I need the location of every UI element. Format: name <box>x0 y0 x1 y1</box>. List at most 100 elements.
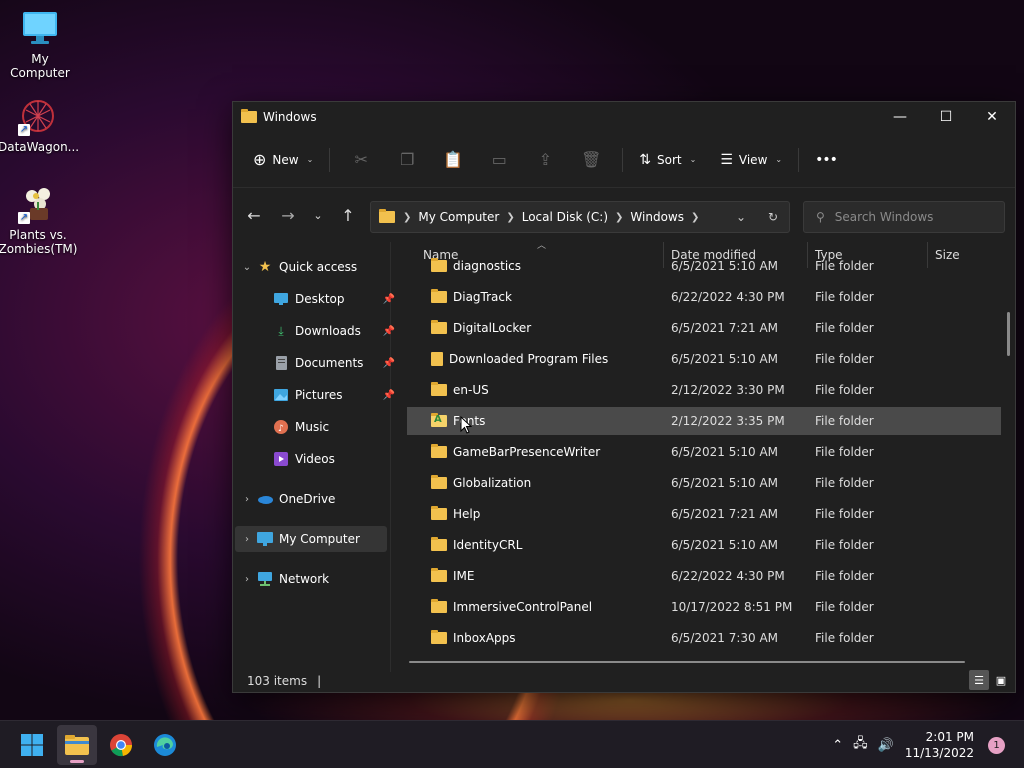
folder-icon <box>431 506 447 520</box>
back-arrow-icon[interactable]: ← <box>239 200 269 230</box>
table-row[interactable]: Downloaded Program Files 6/5/2021 5:10 A… <box>407 345 1001 373</box>
new-button[interactable]: ⊕ New ⌄ <box>245 144 321 176</box>
desktop-icon <box>273 291 289 307</box>
clock-time: 2:01 PM <box>925 730 974 744</box>
file-date: 6/5/2021 5:10 AM <box>671 445 779 459</box>
file-name: GameBarPresenceWriter <box>453 445 601 459</box>
cut-icon[interactable]: ✂ <box>345 144 377 176</box>
table-row[interactable]: en-US 2/12/2022 3:30 PM File folder <box>407 376 1001 404</box>
breadcrumb-local-disk[interactable]: Local Disk (C:) <box>522 210 608 224</box>
refresh-icon[interactable]: ↻ <box>757 210 789 224</box>
nav-desktop[interactable]: Desktop 📌 <box>269 286 395 312</box>
breadcrumb-separator-icon: ❯ <box>403 211 412 223</box>
notification-badge[interactable]: 1 <box>988 736 1005 754</box>
folder-icon <box>431 258 447 272</box>
table-row-selected[interactable]: Fonts 2/12/2022 3:35 PM File folder <box>407 407 1001 435</box>
recent-locations-chevron-icon[interactable]: ⌄ <box>303 200 333 230</box>
chevron-up-icon[interactable]: ⌃ <box>832 738 843 753</box>
fonts-folder-icon <box>431 413 447 427</box>
toolbar-divider <box>622 147 624 172</box>
table-row[interactable]: DigitalLocker 6/5/2021 7:21 AM File fold… <box>407 314 1001 342</box>
desktop-icon-label: My Computer <box>10 52 70 80</box>
nav-music[interactable]: ♪ Music <box>269 414 329 440</box>
table-row[interactable]: IdentityCRL 6/5/2021 5:10 AM File folder <box>407 531 1001 559</box>
table-row[interactable]: Help 6/5/2021 7:21 AM File folder <box>407 500 1001 528</box>
network-status-icon[interactable]: 🖧 <box>853 734 868 756</box>
folder-icon <box>431 599 447 613</box>
edge-icon <box>154 734 176 756</box>
taskbar-edge[interactable] <box>145 725 185 765</box>
videos-icon <box>273 451 289 467</box>
desktop-icon-plants-vs-zombies[interactable]: ↗ Plants vs. Zombies(TM) <box>0 184 78 256</box>
file-name: Help <box>453 507 481 521</box>
details-view-icon[interactable]: ☰ <box>969 670 989 690</box>
desktop-icon-datawagon[interactable]: ↗ DataWagon... <box>0 96 80 154</box>
start-button[interactable] <box>12 725 52 765</box>
nav-videos[interactable]: Videos <box>269 446 335 472</box>
copy-icon[interactable]: ❐ <box>391 144 423 176</box>
maximize-button[interactable]: ☐ <box>923 102 969 132</box>
search-icon: ⚲ <box>816 210 825 224</box>
chevron-right-icon: › <box>245 493 249 505</box>
large-icons-view-icon[interactable]: ▣ <box>991 670 1011 690</box>
more-options-button[interactable]: ••• <box>807 144 845 176</box>
desktop-icon-label: Plants vs. Zombies(TM) <box>0 228 78 256</box>
table-row[interactable]: Globalization 6/5/2021 5:10 AM File fold… <box>407 469 1001 497</box>
forward-arrow-icon[interactable]: → <box>273 200 303 230</box>
table-row[interactable]: GameBarPresenceWriter 6/5/2021 5:10 AM F… <box>407 438 1001 466</box>
taskbar-file-explorer[interactable] <box>57 725 97 765</box>
active-app-indicator <box>70 760 84 763</box>
horizontal-scrollbar[interactable] <box>409 661 965 663</box>
table-row[interactable]: IME 6/22/2022 4:30 PM File folder <box>407 562 1001 590</box>
chevron-down-icon: ⌄ <box>306 155 314 164</box>
file-type: File folder <box>815 383 874 397</box>
status-divider: | <box>317 674 322 688</box>
desktop-icon-my-computer[interactable]: My Computer <box>0 8 80 80</box>
file-type: File folder <box>815 445 874 459</box>
nav-onedrive[interactable]: › OneDrive <box>241 486 335 512</box>
address-bar[interactable]: ❯ My Computer ❯ Local Disk (C:) ❯ Window… <box>370 201 790 233</box>
paste-icon[interactable]: 📋 <box>437 144 469 176</box>
rename-icon[interactable]: ▭ <box>483 144 515 176</box>
title-bar[interactable]: Windows — ☐ ✕ <box>233 102 1015 132</box>
share-icon[interactable]: ⇪ <box>529 144 561 176</box>
view-button[interactable]: ☰ View ⌄ <box>712 144 790 176</box>
close-button[interactable]: ✕ <box>969 102 1015 132</box>
clock[interactable]: 2:01 PM 11/13/2022 <box>905 729 974 761</box>
taskbar: ⌃ 🖧 🔊 2:01 PM 11/13/2022 1 <box>0 720 1024 768</box>
breadcrumb-windows[interactable]: Windows <box>630 210 684 224</box>
file-date: 6/5/2021 7:21 AM <box>671 507 779 521</box>
taskbar-chrome[interactable] <box>101 725 141 765</box>
nav-documents[interactable]: Documents 📌 <box>269 350 395 376</box>
nav-label: OneDrive <box>279 492 336 506</box>
pin-icon: 📌 <box>382 325 395 337</box>
search-input[interactable]: ⚲ Search Windows <box>803 201 1005 233</box>
vertical-scrollbar[interactable] <box>1007 312 1010 356</box>
table-row[interactable]: InboxApps 6/5/2021 7:30 AM File folder <box>407 624 1001 652</box>
volume-icon[interactable]: 🔊 <box>878 738 894 753</box>
nav-quick-access[interactable]: ⌄ ★ Quick access <box>241 254 357 280</box>
nav-downloads[interactable]: ⤓ Downloads 📌 <box>269 318 395 344</box>
nav-network[interactable]: › Network <box>241 566 329 592</box>
delete-icon[interactable]: 🗑 <box>575 144 607 176</box>
file-name: Downloaded Program Files <box>449 352 609 366</box>
special-folder-icon <box>431 352 443 366</box>
minimize-button[interactable]: — <box>877 102 923 132</box>
table-row[interactable]: ImmersiveControlPanel 10/17/2022 8:51 PM… <box>407 593 1001 621</box>
desktop-icon-label: DataWagon... <box>0 140 80 154</box>
pin-icon: 📌 <box>382 357 395 369</box>
shortcut-arrow-icon: ↗ <box>18 212 30 224</box>
up-arrow-icon[interactable]: ↑ <box>333 200 363 230</box>
table-row[interactable]: DiagTrack 6/22/2022 4:30 PM File folder <box>407 283 1001 311</box>
monitor-icon <box>20 8 60 48</box>
table-row[interactable]: diagnostics 6/5/2021 5:10 AM File folder <box>407 252 1001 280</box>
cloud-icon <box>257 491 273 507</box>
view-label: View <box>738 152 768 167</box>
nav-pictures[interactable]: Pictures 📌 <box>269 382 395 408</box>
breadcrumb-my-computer[interactable]: My Computer <box>418 210 499 224</box>
nav-my-computer[interactable]: › My Computer <box>235 526 387 552</box>
address-history-chevron-icon[interactable]: ⌄ <box>725 210 757 224</box>
item-count: 103 items <box>247 674 308 688</box>
sort-button[interactable]: ⇅ Sort ⌄ <box>631 144 704 176</box>
chevron-down-icon: ⌄ <box>242 261 252 273</box>
